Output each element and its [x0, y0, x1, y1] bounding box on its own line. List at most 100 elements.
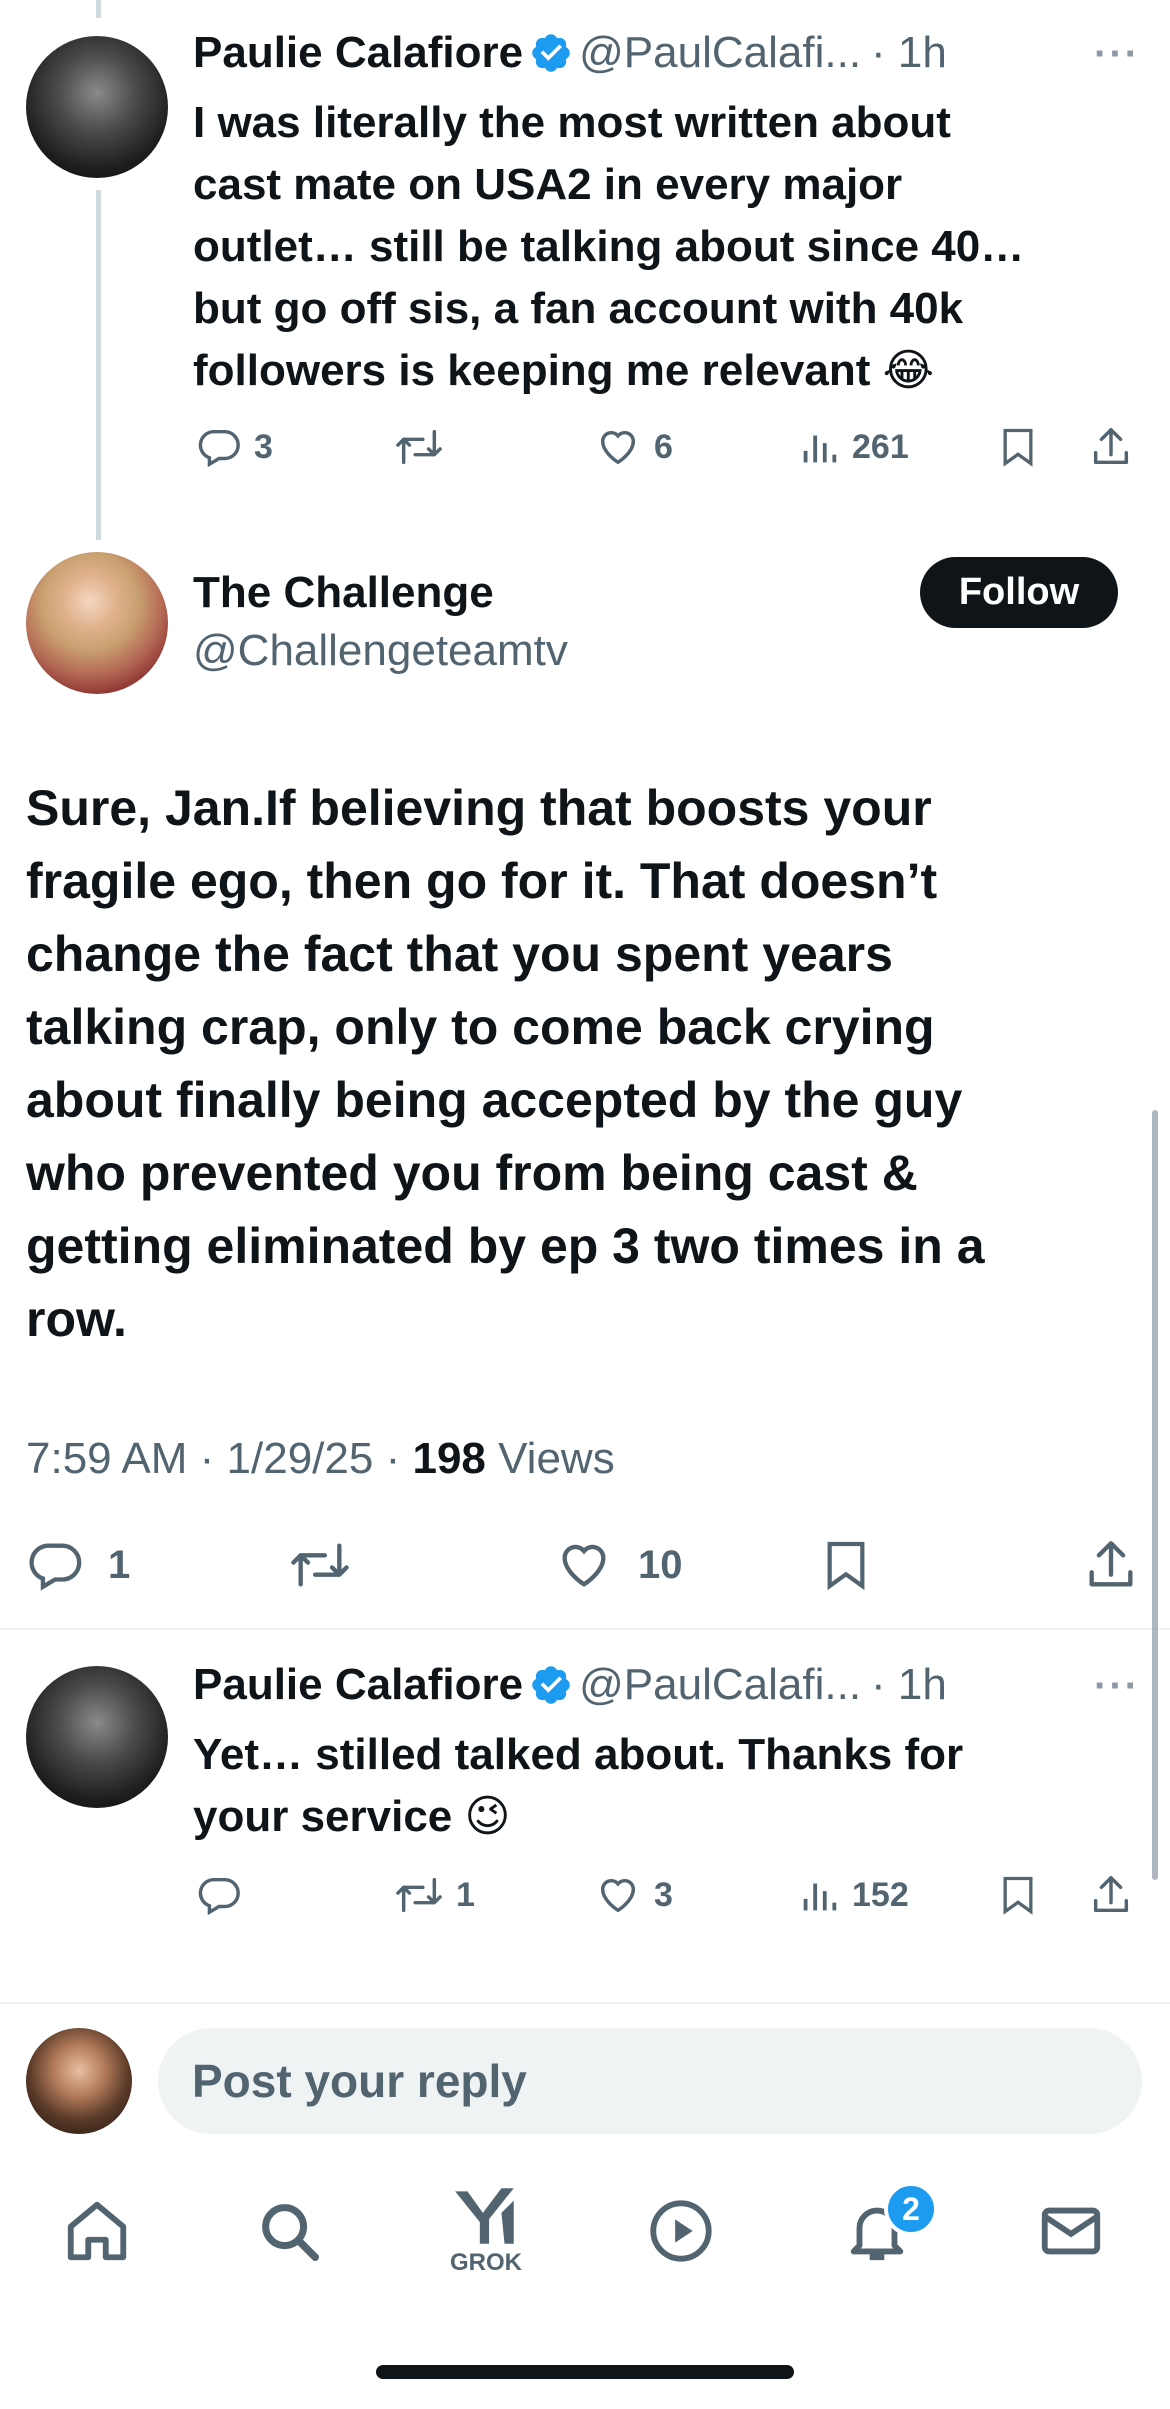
bookmark-icon: [1003, 428, 1033, 467]
verified-icon: [532, 34, 570, 72]
like-button[interactable]: 10: [554, 1536, 683, 1594]
tweet-line: followers is keeping me relevant 😂: [193, 346, 934, 395]
grok-label: GROK: [450, 2249, 522, 2276]
like-button[interactable]: 3: [594, 1872, 673, 1918]
tweet-body: Sure, Jan.If believing that boosts your …: [26, 772, 1136, 1356]
divider: [0, 2002, 1170, 2004]
reply-count: 3: [254, 427, 273, 466]
notification-badge: 2: [884, 2182, 938, 2236]
search-icon[interactable]: [254, 2196, 324, 2271]
reply-icon: [198, 1877, 240, 1916]
reply-button[interactable]: 3: [196, 424, 273, 470]
thread-line-top: [96, 0, 101, 18]
reply-count: 1: [108, 1542, 131, 1587]
tweet-meta: 7:59 AM · 1/29/25 · 198 Views: [26, 1434, 615, 1484]
share-icon: [1089, 1541, 1133, 1587]
bookmark-button[interactable]: [818, 1536, 874, 1594]
more-icon[interactable]: ···: [1094, 1664, 1140, 1709]
like-count: 3: [654, 1875, 673, 1914]
retweet-button[interactable]: [288, 1536, 364, 1594]
retweet-button[interactable]: [394, 424, 456, 470]
author-handle[interactable]: @Challengeteamtv: [193, 626, 568, 676]
author-name[interactable]: The Challenge: [193, 568, 494, 618]
tweet-line: I was literally the most written about: [193, 98, 951, 147]
reply-icon: [198, 429, 240, 468]
divider: [0, 1628, 1170, 1630]
avatar[interactable]: [26, 1666, 168, 1808]
avatar[interactable]: [26, 36, 168, 178]
heart-icon: [600, 430, 636, 465]
tweet-date[interactable]: 1/29/25: [227, 1434, 374, 1483]
views-count: 152: [852, 1875, 909, 1914]
tweet-line: Yet… stilled talked about. Thanks for: [193, 1730, 964, 1779]
tweet-line: cast mate on USA2 in every major: [193, 160, 903, 209]
views-icon: [803, 435, 837, 463]
reply-icon: [29, 1543, 82, 1591]
views-count: 261: [852, 427, 909, 466]
author-handle[interactable]: @PaulCalafi...: [579, 28, 861, 78]
tweet-line: getting eliminated by ep 3 two times in …: [26, 1218, 985, 1274]
tweet-line: outlet… still be talking about since 40…: [193, 222, 1025, 271]
thread-line: [96, 190, 101, 540]
retweet-icon: [396, 429, 442, 465]
tweet-line: change the fact that you spent years: [26, 926, 893, 982]
author-handle[interactable]: @PaulCalafi...: [579, 1660, 861, 1710]
reply-button[interactable]: [196, 1872, 254, 1918]
home-indicator[interactable]: [376, 2365, 794, 2379]
share-button[interactable]: [1088, 1872, 1134, 1918]
bookmark-icon: [827, 1541, 865, 1591]
share-icon: [1093, 1876, 1129, 1913]
follow-button[interactable]: Follow: [920, 557, 1118, 628]
tweet-line: row.: [26, 1291, 127, 1347]
scrollbar[interactable]: [1152, 1110, 1158, 1880]
views-label: Views: [498, 1434, 615, 1483]
share-button[interactable]: [1082, 1536, 1140, 1594]
bookmark-button[interactable]: [996, 424, 1040, 470]
tweet-line: about finally being accepted by the guy: [26, 1072, 963, 1128]
tweet-line: Sure, Jan.If believing that boosts your: [26, 780, 932, 836]
tweet-body: I was literally the most written about c…: [193, 92, 1133, 402]
tweet-line: talking crap, only to come back crying: [26, 999, 935, 1055]
tweet-line: your service 😉: [193, 1792, 511, 1841]
views-count: 198: [412, 1434, 486, 1483]
messages-icon[interactable]: [1036, 2196, 1106, 2271]
tweet-header: Paulie Calafiore @PaulCalafi... · 1h: [193, 28, 947, 78]
author-name[interactable]: Paulie Calafiore: [193, 28, 523, 78]
retweet-button[interactable]: 1: [394, 1872, 475, 1918]
tweet-time: · 1h: [871, 28, 947, 77]
like-count: 10: [638, 1542, 683, 1587]
tweet-header: Paulie Calafiore @PaulCalafi... · 1h: [193, 1660, 947, 1710]
retweet-icon: [291, 1543, 349, 1587]
retweet-icon: [396, 1877, 442, 1913]
meta-separator: ·: [373, 1434, 413, 1483]
share-icon: [1093, 428, 1129, 465]
bookmark-button[interactable]: [996, 1872, 1040, 1918]
tweet-line: fragile ego, then go for it. That doesn’…: [26, 853, 938, 909]
video-icon[interactable]: [646, 2196, 716, 2271]
views-button[interactable]: 152: [798, 1872, 909, 1918]
tweet-line: who prevented you from being cast &: [26, 1145, 918, 1201]
meta-separator: ·: [187, 1434, 227, 1483]
reply-placeholder: Post your reply: [192, 2055, 527, 2107]
bookmark-icon: [1003, 1876, 1033, 1915]
heart-icon: [562, 1544, 606, 1587]
avatar[interactable]: [26, 2028, 132, 2134]
author-name[interactable]: Paulie Calafiore: [193, 1660, 523, 1710]
views-button[interactable]: 261: [798, 424, 909, 470]
retweet-count: 1: [456, 1875, 475, 1914]
like-button[interactable]: 6: [594, 424, 673, 470]
tweet-body: Yet… stilled talked about. Thanks for yo…: [193, 1724, 1133, 1848]
grok-icon[interactable]: GROK: [446, 2184, 526, 2277]
share-button[interactable]: [1088, 424, 1134, 470]
reply-button[interactable]: 1: [26, 1536, 130, 1594]
reply-input[interactable]: Post your reply: [158, 2028, 1142, 2134]
tweet-line: but go off sis, a fan account with 40k: [193, 284, 964, 333]
tweet-time: · 1h: [871, 1660, 947, 1709]
avatar[interactable]: [26, 552, 168, 694]
heart-icon: [600, 1878, 636, 1913]
like-count: 6: [654, 427, 673, 466]
tweet-time[interactable]: 7:59 AM: [26, 1434, 187, 1483]
home-icon[interactable]: [62, 2196, 132, 2271]
more-icon[interactable]: ···: [1094, 32, 1140, 77]
verified-icon: [532, 1666, 570, 1704]
